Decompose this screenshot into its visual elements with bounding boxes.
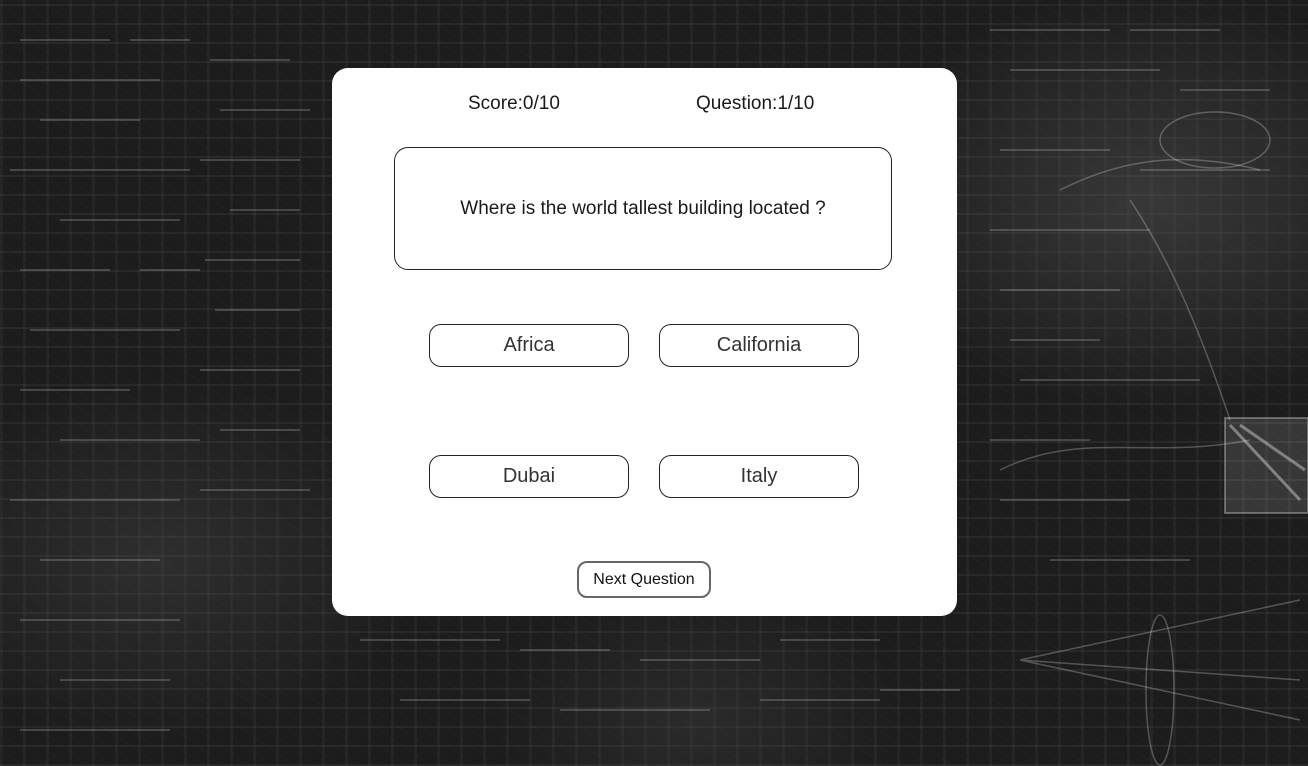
quiz-card: Score:0/10 Question:1/10 Where is the wo… — [332, 68, 957, 616]
question-box: Where is the world tallest building loca… — [394, 147, 892, 270]
answer-button-africa[interactable]: Africa — [429, 324, 629, 367]
score-display: Score:0/10 — [468, 93, 560, 114]
answer-button-california[interactable]: California — [659, 324, 859, 367]
answer-button-italy[interactable]: Italy — [659, 455, 859, 498]
question-text: Where is the world tallest building loca… — [460, 197, 826, 219]
answer-button-dubai[interactable]: Dubai — [429, 455, 629, 498]
question-counter: Question:1/10 — [696, 93, 815, 114]
next-question-button[interactable]: Next Question — [577, 561, 711, 598]
